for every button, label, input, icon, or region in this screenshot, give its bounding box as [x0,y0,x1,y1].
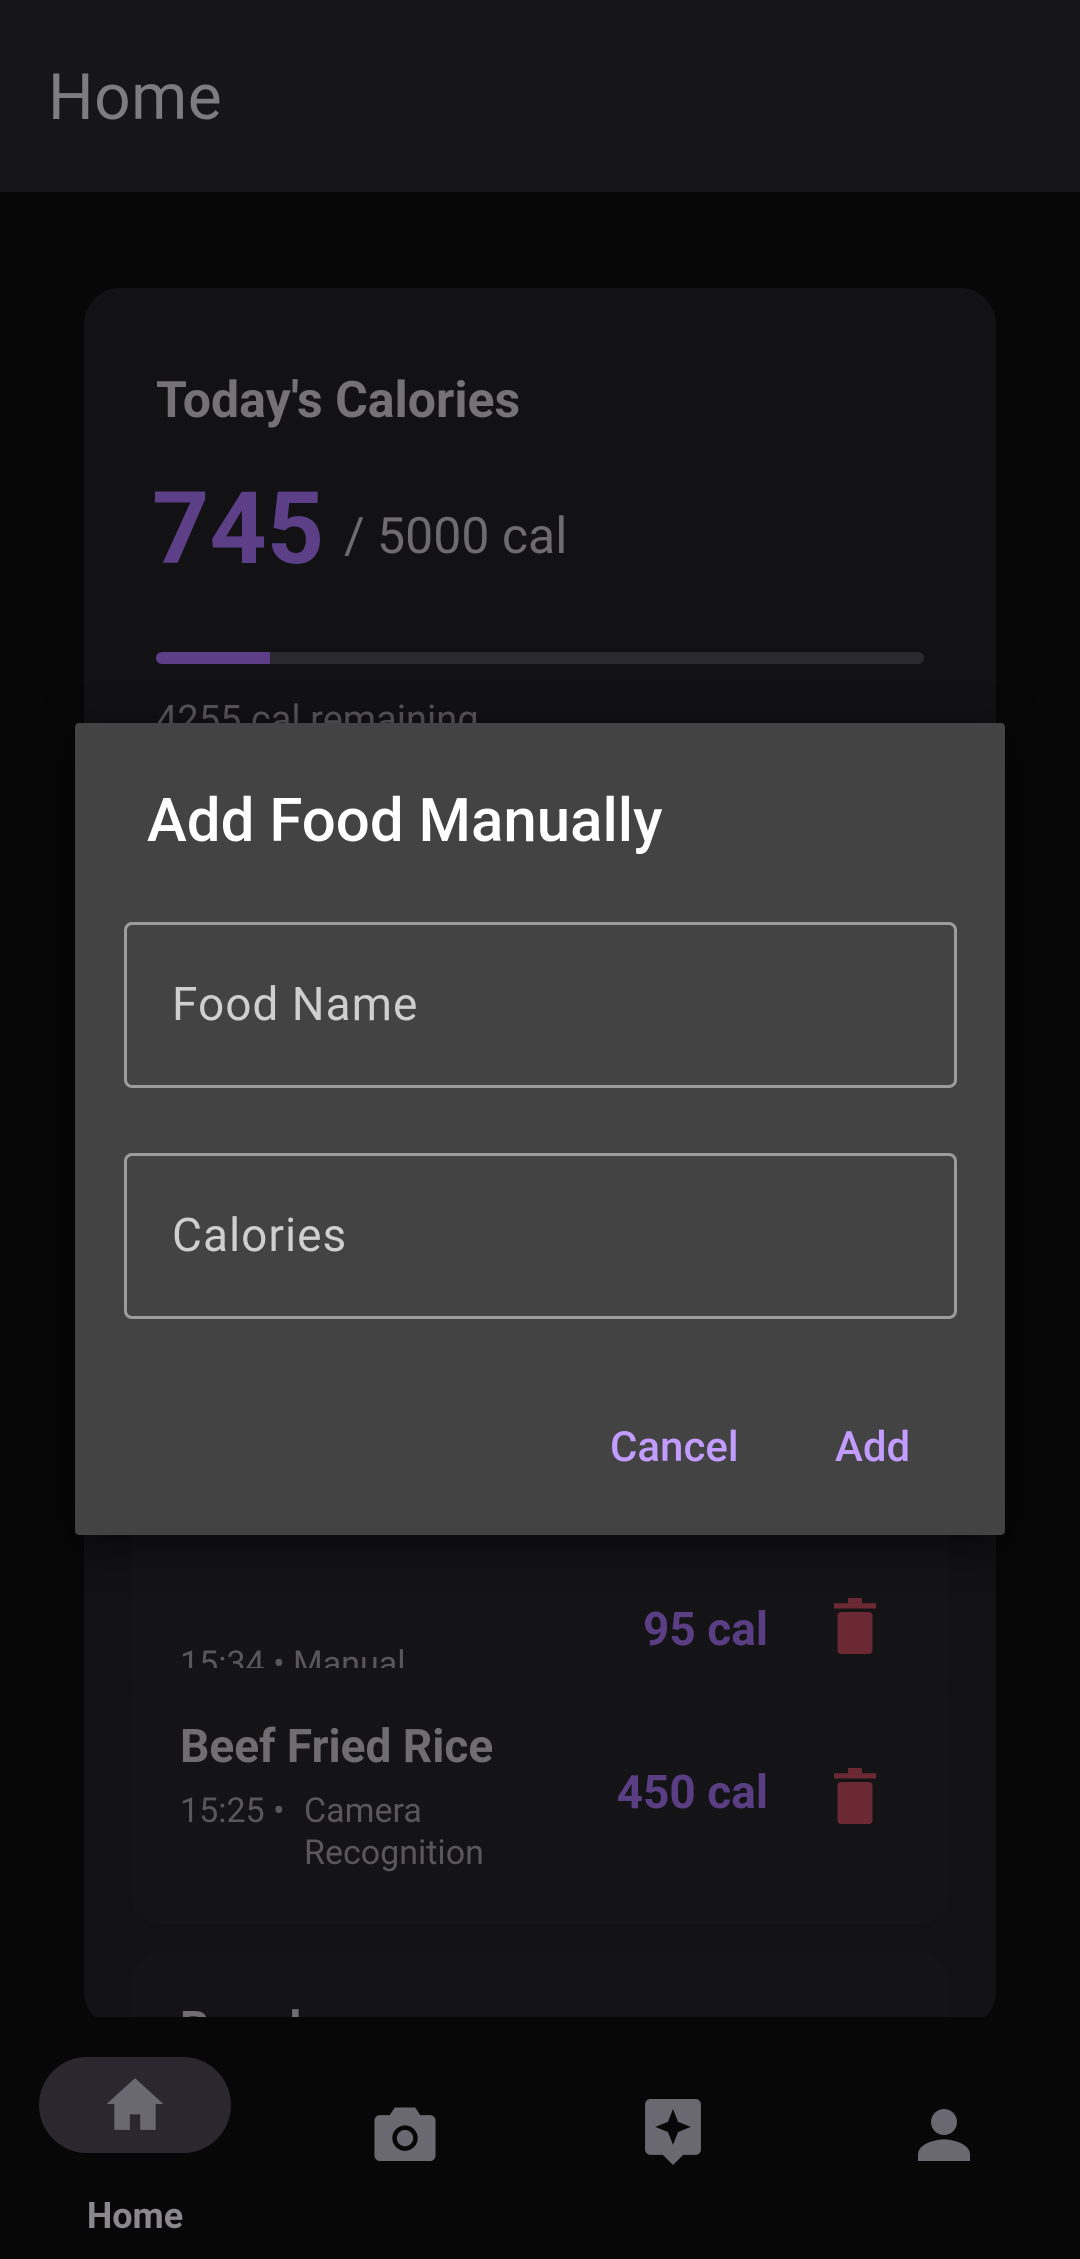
food-source-line-2: Recognition [304,1833,484,1873]
person-icon [918,2109,970,2161]
food-name-field[interactable]: Food Name [124,922,957,1088]
page-title: Home [48,60,223,135]
nav-item-profile[interactable] [810,2017,1080,2259]
sparkle-badge-icon [645,2099,701,2165]
home-icon [106,2078,164,2130]
add-food-dialog: Add Food Manually Food Name Calories Can… [75,723,1005,1535]
nav-label-home: Home [86,2195,184,2237]
food-name-placeholder: Food Name [172,978,419,1032]
food-calories: 95 cal [643,1603,768,1657]
food-source-line-1: Camera [304,1791,422,1831]
add-button[interactable]: Add [835,1423,910,1472]
food-time: 15:25 • [180,1791,285,1831]
nav-item-home[interactable]: Home [0,2017,270,2259]
calories-progress-fill [156,652,271,664]
calories-card-title: Today's Calories [156,372,521,430]
top-app-bar: Home [0,0,1080,192]
calories-placeholder: Calories [172,1209,348,1263]
food-name: Beef Fried Rice [180,1720,494,1774]
calories-consumed: 745 [152,471,325,588]
food-list-item[interactable]: Beef Fried Rice 15:25 • Camera Recogniti… [132,1668,948,1924]
nav-item-ai[interactable] [540,2017,810,2259]
delete-icon[interactable] [834,1598,876,1654]
delete-icon[interactable] [834,1768,876,1824]
dialog-title: Add Food Manually [147,785,663,856]
calories-goal: / 5000 cal [344,508,568,566]
nav-item-camera[interactable] [270,2017,540,2259]
food-calories: 450 cal [616,1766,768,1820]
calories-progress-bar [156,652,924,664]
cancel-button[interactable]: Cancel [610,1423,739,1472]
bottom-navigation: Home [0,2017,1080,2259]
camera-icon [374,2107,436,2161]
calories-field[interactable]: Calories [124,1153,957,1319]
screen: Home Today's Calories 745 / 5000 cal 425… [0,0,1080,2259]
